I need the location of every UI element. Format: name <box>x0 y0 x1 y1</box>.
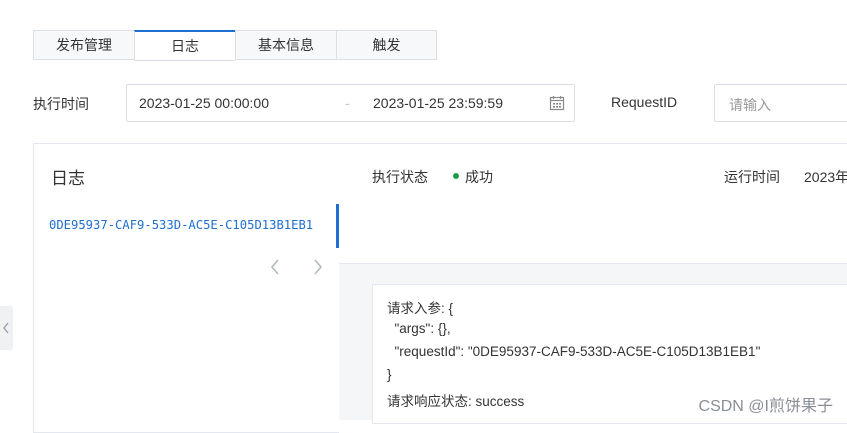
request-id-placeholder: 请输入 <box>729 97 771 113</box>
exec-time-label: 执行时间 <box>33 96 89 112</box>
chevron-left-icon <box>3 322 9 334</box>
run-time-value: 2023年 <box>804 169 847 185</box>
chevron-left-icon[interactable] <box>268 257 284 277</box>
log-output-line: } <box>387 367 392 382</box>
watermark: CSDN @I煎饼果子 <box>698 398 833 415</box>
log-output-line: 请求响应状态: success <box>387 394 525 409</box>
success-status-dot <box>453 173 459 179</box>
log-output-line: "args": {}, <box>387 321 451 336</box>
calendar-icon[interactable] <box>549 95 565 111</box>
tab-basic-info[interactable]: 基本信息 <box>235 30 336 60</box>
request-id-input[interactable]: 请输入 <box>714 84 847 122</box>
request-id-label: RequestID <box>611 94 678 110</box>
log-output-line: 请求入参: { <box>387 301 454 316</box>
log-output-line: "requestId": "0DE95937-CAF9-533D-AC5E-C1… <box>387 344 761 359</box>
date-range-separator: - <box>345 95 350 111</box>
tab-logs[interactable]: 日志 <box>134 30 235 61</box>
execution-summary: 执行状态 成功 运行时间 2023年 <box>339 143 847 264</box>
exec-status-value: 成功 <box>465 169 493 185</box>
sidebar-collapse-handle[interactable] <box>0 306 13 350</box>
log-panel-title: 日志 <box>51 169 85 188</box>
run-time-label: 运行时间 <box>724 169 780 185</box>
log-list-item[interactable]: 0DE95937-CAF9-533D-AC5E-C105D13B1EB1 <box>34 204 339 248</box>
start-date-input[interactable]: 2023-01-25 00:00:00 <box>139 95 269 111</box>
tab-bar: 发布管理 日志 基本信息 触发 <box>33 30 437 61</box>
chevron-right-icon[interactable] <box>310 257 326 277</box>
date-range-picker[interactable]: 2023-01-25 00:00:00 - 2023-01-25 23:59:5… <box>126 84 575 122</box>
tab-release-management[interactable]: 发布管理 <box>33 30 134 60</box>
exec-status-label: 执行状态 <box>372 169 428 185</box>
end-date-input[interactable]: 2023-01-25 23:59:59 <box>373 95 503 111</box>
tab-triggers[interactable]: 触发 <box>336 30 437 60</box>
log-request-id[interactable]: 0DE95937-CAF9-533D-AC5E-C105D13B1EB1 <box>49 218 321 232</box>
log-list-panel: 日志 0DE95937-CAF9-533D-AC5E-C105D13B1EB1 <box>33 143 339 433</box>
